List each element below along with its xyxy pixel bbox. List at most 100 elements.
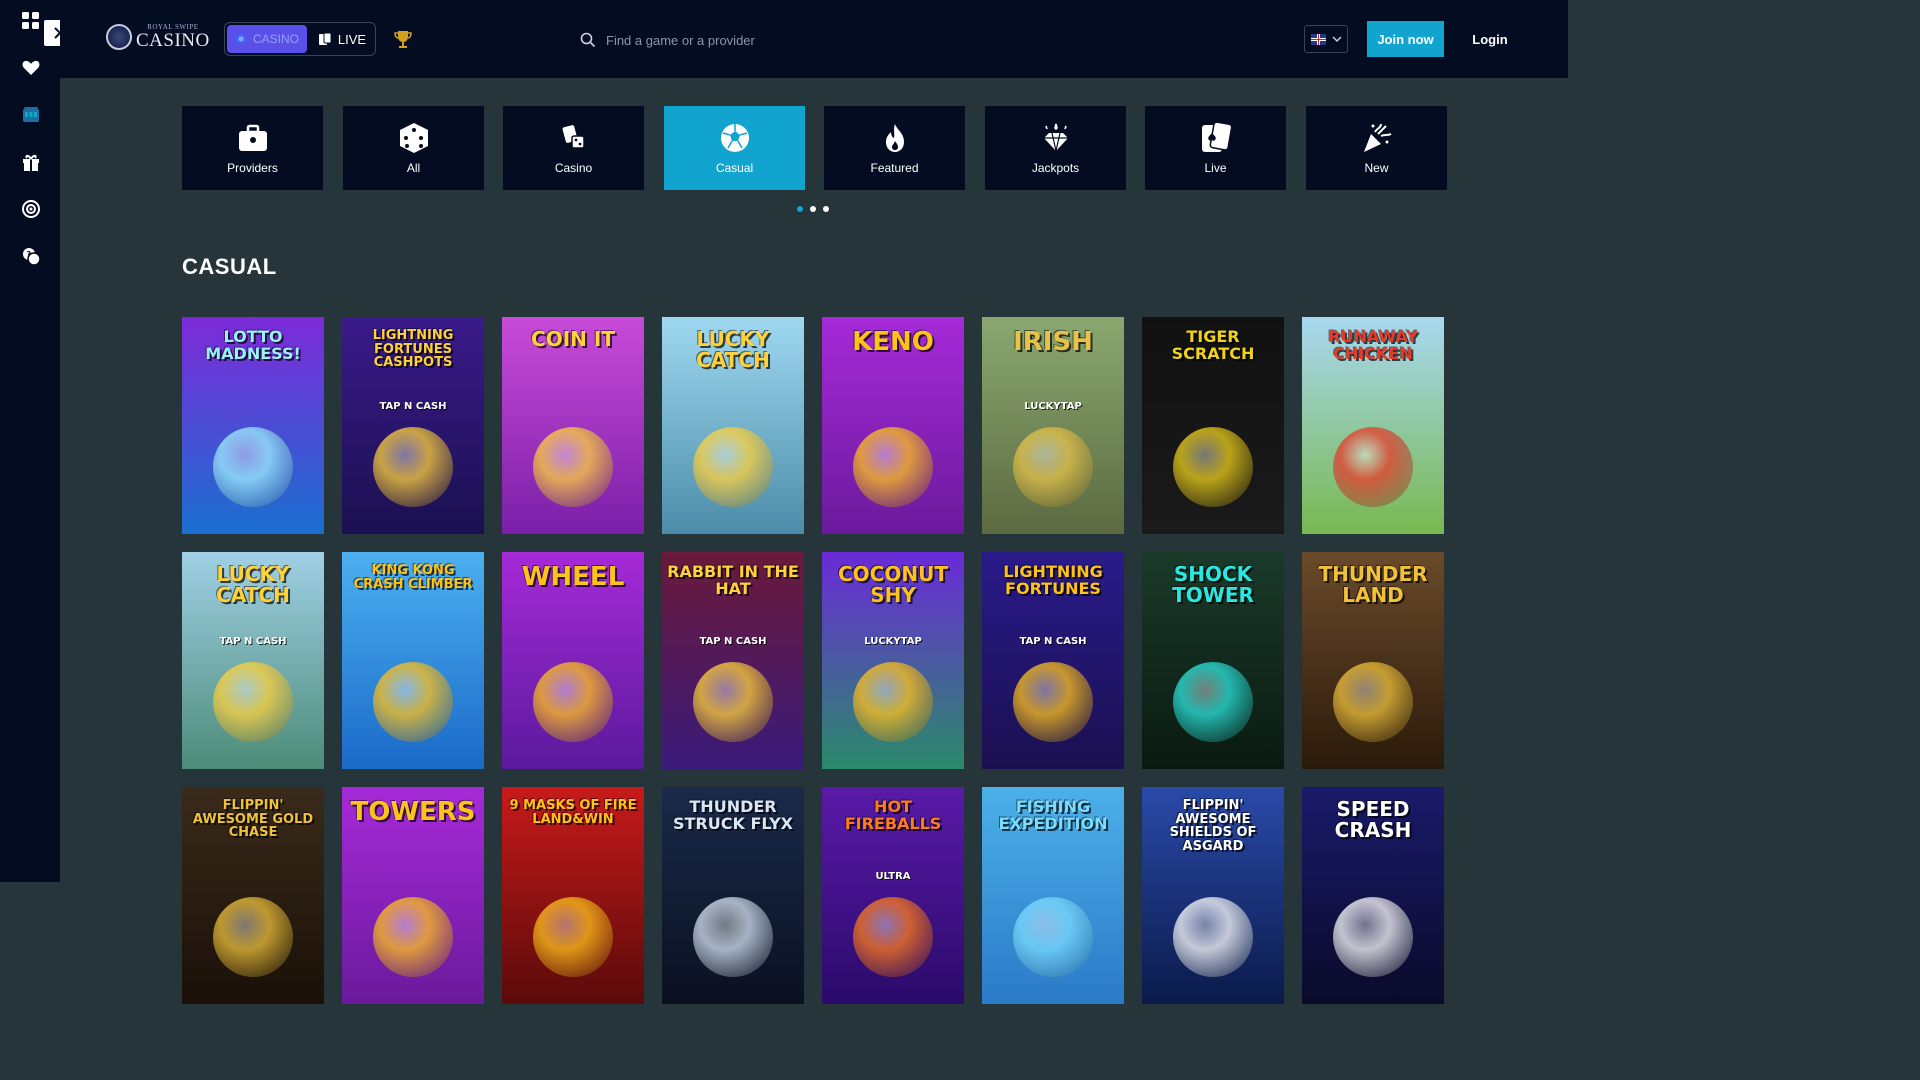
game-artwork	[1013, 427, 1093, 507]
party-popper-icon	[1360, 121, 1394, 155]
game-title: HOT FIREBALLS	[844, 797, 942, 833]
category-featured[interactable]: Featured	[824, 106, 965, 190]
game-subtitle: TAP N CASH	[379, 401, 447, 412]
game-artwork	[853, 427, 933, 507]
chevron-down-icon	[1332, 36, 1341, 42]
game-artwork	[1013, 662, 1093, 742]
game-tile[interactable]: LIGHTNING FORTUNES TAP N CASH	[982, 552, 1124, 769]
heart-icon[interactable]	[20, 57, 42, 79]
game-tile[interactable]: LUCKY CATCH TAP N CASH	[182, 552, 324, 769]
category-label: All	[406, 161, 421, 175]
login-button[interactable]: Login	[1462, 21, 1518, 57]
game-artwork	[1173, 897, 1253, 977]
carousel-dot[interactable]	[810, 206, 816, 212]
game-tile[interactable]: HOT FIREBALLS ULTRA	[822, 787, 964, 1004]
game-tile[interactable]: FLIPPIN' AWESOME GOLD CHASE	[182, 787, 324, 1004]
game-title: LUCKY CATCH	[696, 327, 770, 372]
game-artwork	[693, 427, 773, 507]
casino-mode-button[interactable]: CASINO	[227, 25, 307, 53]
category-carousel: Providers All Casino Casual Featured Jac…	[182, 106, 1447, 190]
logo[interactable]: ROYAL SWIPE CASINO	[106, 24, 210, 50]
carousel-dot[interactable]	[823, 206, 829, 212]
flame-icon	[878, 121, 912, 155]
cards-dice-icon	[557, 121, 591, 155]
live-mode-label: LIVE	[337, 31, 367, 47]
game-title: 9 MASKS OF FIRE LAND&WIN	[509, 798, 637, 827]
game-tile[interactable]: IRISH LUCKYTAP	[982, 317, 1124, 534]
game-tile[interactable]: COCONUT SHY LUCKYTAP	[822, 552, 964, 769]
category-live[interactable]: Live	[1145, 106, 1286, 190]
game-tile[interactable]: KENO	[822, 317, 964, 534]
category-casino[interactable]: Casino	[503, 106, 644, 190]
game-tile[interactable]: SPEED CRASH	[1302, 787, 1444, 1004]
game-tile[interactable]: FISHING EXPEDITION	[982, 787, 1124, 1004]
diamond-icon	[1039, 121, 1073, 155]
chat-icon[interactable]: ?	[20, 245, 42, 267]
game-subtitle: TAP N CASH	[699, 636, 767, 647]
search-input[interactable]	[606, 32, 946, 48]
game-artwork	[1333, 427, 1413, 507]
game-tile[interactable]: SHOCK TOWER	[1142, 552, 1284, 769]
dice-icon	[397, 121, 431, 155]
left-rail: ?	[0, 0, 70, 882]
category-providers[interactable]: Providers	[182, 106, 323, 190]
logo-seal-icon	[106, 24, 132, 50]
game-title: TIGER SCRATCH	[1171, 327, 1255, 363]
game-tile[interactable]: TOWERS	[342, 787, 484, 1004]
target-icon[interactable]	[20, 198, 42, 220]
game-tile[interactable]: FLIPPIN' AWESOME SHIELDS OF ASGARD	[1142, 787, 1284, 1004]
category-new[interactable]: New	[1306, 106, 1447, 190]
game-tile[interactable]: LOTTO MADNESS!	[182, 317, 324, 534]
game-tile[interactable]: KING KONG CRASH CLIMBER	[342, 552, 484, 769]
join-now-button[interactable]: Join now	[1367, 21, 1444, 57]
game-title: SPEED CRASH	[1334, 797, 1412, 842]
game-tile[interactable]: 9 MASKS OF FIRE LAND&WIN	[502, 787, 644, 1004]
trophy-icon[interactable]	[392, 28, 414, 50]
category-label: Jackpots	[1031, 161, 1080, 175]
game-title: LIGHTNING FORTUNES CASHPOTS	[372, 328, 454, 371]
game-tile[interactable]: LUCKY CATCH	[662, 317, 804, 534]
game-artwork	[373, 662, 453, 742]
game-subtitle: LUCKYTAP	[1024, 401, 1082, 412]
game-title: THUNDER STRUCK FLYX	[672, 797, 793, 833]
gift-icon[interactable]	[20, 151, 42, 173]
casino-chip-icon	[235, 34, 246, 44]
game-artwork	[213, 897, 293, 977]
game-artwork	[533, 662, 613, 742]
grid-icon[interactable]	[20, 10, 42, 32]
game-tile[interactable]: RUNAWAY CHICKEN	[1302, 317, 1444, 534]
game-title: LUCKY CATCH	[216, 562, 290, 607]
game-artwork	[693, 897, 773, 977]
game-artwork	[213, 662, 293, 742]
category-label: New	[1364, 161, 1389, 175]
game-artwork	[1333, 897, 1413, 977]
game-title: SHOCK TOWER	[1172, 562, 1254, 607]
game-tile[interactable]: LIGHTNING FORTUNES CASHPOTS TAP N CASH	[342, 317, 484, 534]
language-selector[interactable]	[1304, 25, 1348, 53]
mode-switch: CASINO LIVE	[224, 22, 376, 56]
category-label: Casino	[554, 161, 593, 175]
jackpot-icon[interactable]	[20, 104, 42, 126]
game-artwork	[853, 662, 933, 742]
game-title: KENO	[852, 327, 934, 357]
briefcase-icon	[236, 121, 270, 155]
category-casual[interactable]: Casual	[664, 106, 805, 190]
game-tile[interactable]: THUNDER LAND	[1302, 552, 1444, 769]
carousel-dot[interactable]	[797, 206, 803, 212]
game-artwork	[213, 427, 293, 507]
search-bar	[580, 28, 960, 52]
game-tile[interactable]: TIGER SCRATCH	[1142, 317, 1284, 534]
game-tile[interactable]: THUNDER STRUCK FLYX	[662, 787, 804, 1004]
live-mode-button[interactable]: LIVE	[311, 25, 373, 53]
game-artwork	[373, 897, 453, 977]
game-title: COCONUT SHY	[838, 562, 948, 607]
category-all[interactable]: All	[343, 106, 484, 190]
game-tile[interactable]: RABBIT IN THE HAT TAP N CASH	[662, 552, 804, 769]
game-title: RUNAWAY CHICKEN	[1328, 327, 1418, 363]
category-label: Providers	[227, 161, 278, 175]
soccer-ball-icon	[718, 121, 752, 155]
category-jackpots[interactable]: Jackpots	[985, 106, 1126, 190]
game-tile[interactable]: COIN IT	[502, 317, 644, 534]
category-label: Featured	[870, 161, 919, 175]
game-tile[interactable]: WHEEL	[502, 552, 644, 769]
